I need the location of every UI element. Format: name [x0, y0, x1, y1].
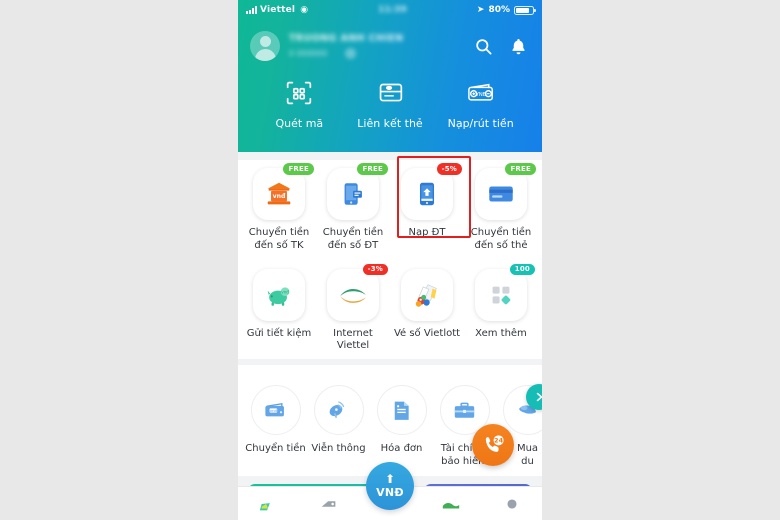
viettel-logo-icon: viettel -3% — [327, 263, 388, 321]
nav-offers[interactable] — [306, 493, 352, 515]
search-icon[interactable] — [474, 37, 493, 56]
invoice-icon — [376, 385, 427, 436]
services-row-1: vnđ FREE Chuyển tiền đến số TK FREE Chuy… — [238, 163, 542, 253]
quick-action-link-card[interactable]: Liên kết thẻ — [347, 76, 433, 130]
profile-balance-value: 0 000000 — [289, 49, 328, 58]
service-tile-chuyen-tien-the[interactable]: FREE Chuyển tiền đến số thẻ — [466, 163, 536, 253]
tag-offers-icon — [321, 500, 336, 507]
credit-card-link-icon — [371, 76, 409, 110]
service-label: Vé số Vietlott — [393, 327, 461, 339]
avatar[interactable] — [250, 31, 280, 61]
vnd-topup-fab[interactable]: ⬆ VNĐ — [366, 462, 414, 510]
eye-toggle-icon[interactable] — [345, 48, 357, 59]
nav-home[interactable] — [245, 493, 291, 515]
service-tile-chuyen-tien-dt[interactable]: FREE Chuyển tiền đến số ĐT — [318, 163, 388, 253]
services-card: vnđ FREE Chuyển tiền đến số TK FREE Chuy… — [238, 160, 542, 360]
more-grid-icon: 100 — [475, 263, 535, 321]
gift-icon — [442, 502, 459, 509]
home-icon — [260, 502, 271, 510]
screenshot-canvas: Viettel ◉ 11:39 ➤ 80% TRUONG ANH CHIEN 0… — [0, 0, 780, 520]
bell-icon[interactable] — [509, 37, 528, 56]
service-tile-chuyen-tien-tk[interactable]: vnđ FREE Chuyển tiền đến số TK — [244, 163, 314, 253]
category-vien-thong[interactable]: Viễn thông — [307, 385, 370, 468]
svg-text:VNĐ: VNĐ — [475, 92, 487, 98]
svg-text:vnđ: vnđ — [281, 289, 289, 294]
quick-action-scan[interactable]: Quét mã — [256, 76, 342, 130]
wallet-vnd-icon: vnđ — [250, 385, 301, 436]
phone-support-24-icon: 24 — [485, 435, 504, 452]
satellite-dish-icon — [313, 385, 364, 436]
service-label: Chuyển tiền đến số thẻ — [470, 227, 532, 251]
nav-rewards[interactable] — [428, 493, 474, 515]
badge: FREE — [357, 163, 388, 175]
badge: -5% — [436, 163, 462, 175]
category-label: Mua du — [516, 443, 539, 468]
badge: FREE — [283, 163, 314, 175]
profile-name: TRUONG ANH CHIEN — [289, 33, 404, 44]
category-label: Chuyển tiền — [245, 443, 306, 455]
wifi-icon: ◉ — [300, 5, 309, 15]
battery-icon — [514, 5, 536, 15]
service-label: Internet Viettel — [333, 327, 373, 352]
category-label: Hóa đơn — [380, 443, 423, 455]
profile-balance: 0 000000 — [289, 48, 474, 59]
status-left: Viettel ◉ — [246, 5, 308, 15]
service-tile-internet-viettel[interactable]: viettel -3% Internet Viettel — [318, 263, 388, 354]
badge: FREE — [505, 163, 536, 175]
card-transfer-icon: FREE — [475, 163, 536, 220]
category-hoa-don[interactable]: Hóa đơn — [370, 385, 433, 468]
service-label: Chuyển tiền đến số ĐT — [322, 227, 384, 251]
phone-transfer-icon: FREE — [327, 163, 388, 220]
wallet-vnd-icon: VNĐ — [462, 76, 500, 110]
battery-percent-label: 80% — [488, 5, 510, 15]
support-24-7-button[interactable]: 24 — [472, 424, 514, 466]
carrier-label: Viettel — [260, 5, 296, 15]
svg-text:vnđ: vnđ — [273, 193, 286, 200]
status-right: ➤ 80% — [476, 5, 536, 15]
clock-label: 11:39 — [378, 5, 407, 15]
profile-icon — [507, 498, 517, 509]
chevron-right-icon — [536, 392, 542, 402]
service-tile-gui-tiet-kiem[interactable]: vnđ Gửi tiết kiệm — [244, 268, 314, 354]
lottery-icon — [401, 268, 453, 321]
quick-actions: Quét mã Liên kết thẻ VNĐ Nạp/rút tiền — [238, 66, 542, 130]
service-tile-ve-so-vietlott[interactable]: Vé số Vietlott — [392, 268, 462, 354]
service-label: Xem thêm — [475, 327, 527, 339]
profile-row[interactable]: TRUONG ANH CHIEN 0 000000 — [238, 20, 542, 66]
phone-topup-icon: -5% — [401, 163, 462, 220]
arrow-up-icon: ⬆ — [384, 472, 396, 486]
phone-screen: Viettel ◉ 11:39 ➤ 80% TRUONG ANH CHIEN 0… — [238, 0, 542, 520]
service-tile-xem-them[interactable]: 100 Xem thêm — [466, 263, 536, 354]
svg-text:vnđ: vnđ — [270, 408, 278, 413]
header-actions — [474, 37, 530, 56]
service-label: Nạp ĐT — [408, 227, 446, 238]
quick-action-label: Quét mã — [275, 117, 324, 130]
app-header: Viettel ◉ 11:39 ➤ 80% TRUONG ANH CHIEN 0… — [238, 0, 542, 152]
vnd-fab-label: VNĐ — [376, 486, 404, 499]
piggy-bank-icon: vnđ — [253, 268, 305, 321]
status-bar: Viettel ◉ 11:39 ➤ 80% — [238, 0, 542, 20]
support-badge-label: 24 — [494, 437, 504, 445]
profile-names: TRUONG ANH CHIEN 0 000000 — [289, 33, 474, 59]
bank-vnd-icon: vnđ FREE — [253, 163, 314, 220]
nav-profile[interactable] — [489, 493, 535, 515]
service-label: Chuyển tiền đến số TK — [248, 227, 310, 251]
signal-bars-icon — [246, 6, 257, 14]
services-row-2: vnđ Gửi tiết kiệm viettel -3% Internet V… — [238, 263, 542, 354]
quick-action-label: Liên kết thẻ — [357, 117, 423, 130]
qr-scan-icon — [280, 76, 318, 110]
svg-text:viettel: viettel — [344, 293, 362, 299]
quick-action-deposit-withdraw[interactable]: VNĐ Nạp/rút tiền — [438, 76, 524, 130]
quick-action-label: Nạp/rút tiền — [447, 117, 514, 130]
badge: -3% — [362, 263, 388, 276]
service-label: Gửi tiết kiệm — [246, 327, 312, 339]
badge: 100 — [509, 263, 535, 276]
category-label: Viễn thông — [311, 443, 366, 455]
location-arrow-icon: ➤ — [476, 5, 485, 15]
service-tile-nap-dt[interactable]: -5% Nạp ĐT — [392, 163, 462, 253]
category-chuyen-tien[interactable]: vnđ Chuyển tiền — [244, 385, 307, 468]
